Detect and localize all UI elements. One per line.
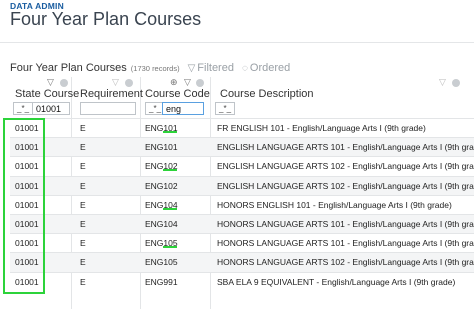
filter-icon[interactable]: ▽ xyxy=(112,77,119,88)
column-header-requirement[interactable]: Requirement xyxy=(80,88,143,100)
column-header-state-course[interactable]: State Course xyxy=(15,88,79,100)
table-row[interactable]: 01001 E ENG101 FR ENGLISH 101 - English/… xyxy=(10,118,474,137)
filter-icon: ▽ xyxy=(187,62,196,74)
cell-course-code: ENG105 xyxy=(145,238,178,249)
filter-row: _*_ _*_ _*_ xyxy=(10,101,474,116)
cell-course-code: ENG991 xyxy=(145,276,178,287)
table-body: 01001 E ENG101 FR ENGLISH 101 - English/… xyxy=(10,118,474,291)
cell-course-code: ENG102 xyxy=(145,161,178,172)
highlight-underline-eng105 xyxy=(163,246,177,248)
column-header-course-description[interactable]: Course Description xyxy=(220,88,314,100)
ordered-toggle[interactable]: ◌ Ordered xyxy=(242,62,290,74)
info-icon[interactable] xyxy=(196,79,204,87)
cell-requirement: E xyxy=(80,257,86,268)
table-row[interactable]: 01001 E ENG104 HONORS LANGUAGE ARTS 101 … xyxy=(10,213,474,234)
filter-input-requirement[interactable] xyxy=(80,102,136,115)
title-divider xyxy=(0,42,474,43)
grid-title: Four Year Plan Courses xyxy=(10,62,127,74)
cell-requirement: E xyxy=(80,276,86,287)
cell-course-description: HONORS ENGLISH 101 - English/Language Ar… xyxy=(217,199,452,210)
filter-icon[interactable]: ▽ xyxy=(439,77,446,88)
sort-icon[interactable]: ⊕ xyxy=(170,77,178,88)
cell-course-description: HONORS LANGUAGE ARTS 101 - English/Langu… xyxy=(217,238,474,249)
cell-requirement: E xyxy=(80,199,86,210)
table-row[interactable]: 01001 E ENG105 HONORS LANGUAGE ARTS 102 … xyxy=(10,252,474,272)
cell-course-code: ENG102 xyxy=(145,180,178,191)
cell-course-description: SBA ELA 9 EQUIVALENT - English/Language … xyxy=(217,276,456,287)
cell-course-code: ENG104 xyxy=(145,218,178,229)
table-row[interactable]: 01001 E ENG101 ENGLISH LANGUAGE ARTS 101… xyxy=(10,137,474,157)
filter-icon[interactable]: ▽ xyxy=(47,77,54,88)
cell-requirement: E xyxy=(80,142,86,153)
grid-header: Four Year Plan Courses (1730 records) ▽ … xyxy=(0,60,474,76)
ordered-label: Ordered xyxy=(249,62,291,74)
highlight-box-state-course xyxy=(3,118,45,294)
table-row[interactable]: 01001 E ENG102 ENGLISH LANGUAGE ARTS 102… xyxy=(10,156,474,175)
cell-requirement: E xyxy=(80,238,86,249)
filtered-label: Filtered xyxy=(197,62,234,74)
cell-requirement: E xyxy=(80,161,86,172)
filter-operator-state-course[interactable]: _*_ xyxy=(13,102,34,115)
cell-course-description: FR ENGLISH 101 - English/Language Arts I… xyxy=(217,123,426,133)
info-icon[interactable] xyxy=(60,79,68,87)
cell-course-description: ENGLISH LANGUAGE ARTS 102 - English/Lang… xyxy=(217,180,474,191)
cell-course-code: ENG104 xyxy=(145,199,178,210)
cell-requirement: E xyxy=(80,180,86,191)
highlight-underline-eng102 xyxy=(163,169,177,171)
highlight-underline-eng104 xyxy=(163,208,177,210)
cell-course-description: HONORS LANGUAGE ARTS 102 - English/Langu… xyxy=(217,257,474,268)
cell-course-code: ENG101 xyxy=(145,142,178,153)
cell-course-description: ENGLISH LANGUAGE ARTS 101 - English/Lang… xyxy=(217,142,474,153)
table-row[interactable]: 01001 E ENG102 ENGLISH LANGUAGE ARTS 102… xyxy=(10,175,474,195)
filter-operator-course-description[interactable]: _*_ xyxy=(215,102,236,115)
filtered-toggle[interactable]: ▽ Filtered xyxy=(188,62,234,74)
cell-course-description: HONORS LANGUAGE ARTS 101 - English/Langu… xyxy=(217,218,474,229)
cell-requirement: E xyxy=(80,123,86,133)
record-count: (1730 records) xyxy=(130,63,180,73)
cell-course-description: ENGLISH LANGUAGE ARTS 102 - English/Lang… xyxy=(217,161,474,172)
cell-course-code: ENG101 xyxy=(145,123,178,133)
info-icon[interactable] xyxy=(452,79,460,87)
table-row[interactable]: 01001 E ENG104 HONORS ENGLISH 101 - Engl… xyxy=(10,194,474,214)
ordered-icon: ◌ xyxy=(241,62,248,74)
info-icon[interactable] xyxy=(125,79,133,87)
column-icon-row: ▽ ▽ ⊕ ▽ ▽ xyxy=(10,77,474,88)
cell-course-code: ENG105 xyxy=(145,257,178,268)
table-row[interactable]: 01001 E ENG105 HONORS LANGUAGE ARTS 101 … xyxy=(10,233,474,252)
column-header-row: State Course Requirement Course Code Cou… xyxy=(10,88,474,100)
highlight-underline-eng101 xyxy=(163,131,177,133)
filter-input-state-course[interactable] xyxy=(32,102,70,115)
cell-requirement: E xyxy=(80,218,86,229)
table-row[interactable]: 01001 E ENG991 SBA ELA 9 EQUIVALENT - En… xyxy=(10,271,474,291)
filter-icon[interactable]: ▽ xyxy=(184,77,191,88)
data-table: ▽ ▽ ⊕ ▽ ▽ State Course Requirement Cours… xyxy=(10,77,474,309)
filter-input-course-code[interactable] xyxy=(162,102,204,115)
page-title: Four Year Plan Courses xyxy=(10,9,202,29)
column-header-course-code[interactable]: Course Code xyxy=(145,88,210,100)
